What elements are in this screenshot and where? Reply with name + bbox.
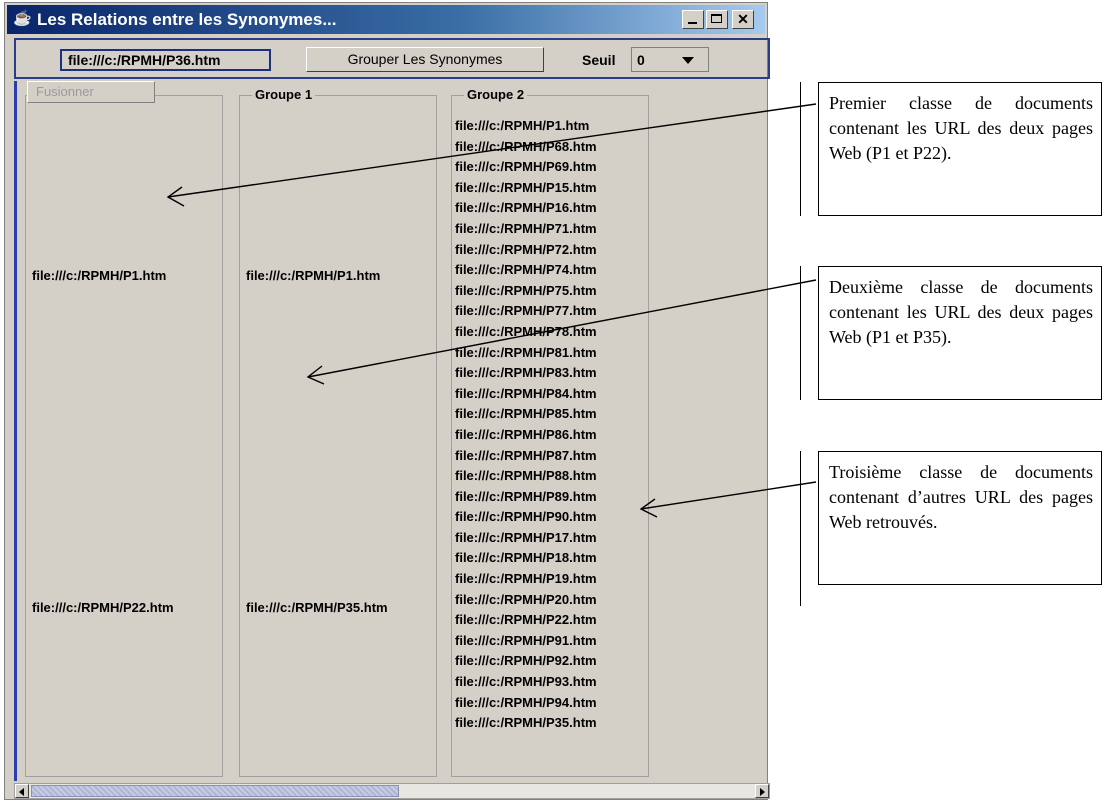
list-item[interactable]: file:///c:/RPMH/P83.htm <box>455 363 597 384</box>
list-item[interactable]: file:///c:/RPMH/P68.htm <box>455 137 597 158</box>
list-item[interactable]: file:///c:/RPMH/P89.htm <box>455 487 597 508</box>
close-icon: ✕ <box>737 11 749 27</box>
minimize-icon <box>688 22 697 24</box>
scroll-left-icon[interactable] <box>15 784 29 798</box>
list-item[interactable]: file:///c:/RPMH/P15.htm <box>455 178 597 199</box>
callout-bracket <box>800 82 801 216</box>
horizontal-scrollbar[interactable] <box>14 783 770 799</box>
list-item[interactable]: file:///c:/RPMH/P19.htm <box>455 569 597 590</box>
list-item[interactable]: file:///c:/RPMH/P84.htm <box>455 384 597 405</box>
content-area: file:///c:/RPMH/P1.htm file:///c:/RPMH/P… <box>14 81 770 781</box>
list-item[interactable]: file:///c:/RPMH/P91.htm <box>455 631 597 652</box>
callout-bracket <box>800 451 801 606</box>
list-item[interactable]: file:///c:/RPMH/P93.htm <box>455 672 597 693</box>
annotation-box-2: Deuxième classe de documents contenant l… <box>818 266 1102 400</box>
annotation-box-3: Troisième classe de documents contenant … <box>818 451 1102 585</box>
group-synonyms-button[interactable]: Grouper Les Synonymes <box>306 47 544 72</box>
callout-bracket <box>800 266 801 400</box>
panel-title: Groupe 2 <box>464 87 528 102</box>
fusion-button[interactable]: Fusionner <box>27 81 155 103</box>
list-item[interactable]: file:///c:/RPMH/P72.htm <box>455 240 597 261</box>
title-bar[interactable]: ☕ Les Relations entre les Synonymes... ✕ <box>7 5 765 34</box>
list-item[interactable]: file:///c:/RPMH/P22.htm <box>32 600 174 615</box>
scroll-right-icon[interactable] <box>755 784 769 798</box>
group-panel-1: Groupe 1 file:///c:/RPMH/P1.htm file:///… <box>239 87 437 777</box>
list-item[interactable]: file:///c:/RPMH/P74.htm <box>455 260 597 281</box>
list-item[interactable]: file:///c:/RPMH/P35.htm <box>455 713 597 734</box>
chevron-down-icon[interactable] <box>682 57 694 64</box>
list-item[interactable]: file:///c:/RPMH/P90.htm <box>455 507 597 528</box>
list-item[interactable]: file:///c:/RPMH/P71.htm <box>455 219 597 240</box>
java-cup-icon: ☕ <box>13 10 32 27</box>
list-item[interactable]: file:///c:/RPMH/P1.htm <box>32 268 166 283</box>
close-button[interactable]: ✕ <box>732 10 754 29</box>
list-item[interactable]: file:///c:/RPMH/P17.htm <box>455 528 597 549</box>
group-panel-0: file:///c:/RPMH/P1.htm file:///c:/RPMH/P… <box>25 95 223 777</box>
list-item[interactable]: file:///c:/RPMH/P78.htm <box>455 322 597 343</box>
maximize-icon <box>711 14 722 23</box>
annotation-box-1: Premier classe de documents contenant le… <box>818 82 1102 216</box>
list-item[interactable]: file:///c:/RPMH/P77.htm <box>455 301 597 322</box>
list-item[interactable]: file:///c:/RPMH/P22.htm <box>455 610 597 631</box>
toolbar: file:///c:/RPMH/P36.htm Grouper Les Syno… <box>14 38 770 79</box>
scrollbar-thumb[interactable] <box>31 785 399 797</box>
list-item[interactable]: file:///c:/RPMH/P75.htm <box>455 281 597 302</box>
list-item[interactable]: file:///c:/RPMH/P92.htm <box>455 651 597 672</box>
seuil-value: 0 <box>637 52 645 68</box>
list-item[interactable]: file:///c:/RPMH/P20.htm <box>455 590 597 611</box>
seuil-label: Seuil <box>582 52 616 68</box>
list-item[interactable]: file:///c:/RPMH/P81.htm <box>455 343 597 364</box>
list-item[interactable]: file:///c:/RPMH/P1.htm <box>455 116 597 137</box>
url-field[interactable]: file:///c:/RPMH/P36.htm <box>60 49 271 71</box>
seuil-select[interactable]: 0 <box>631 47 709 72</box>
minimize-button[interactable] <box>682 10 704 29</box>
list-item[interactable]: file:///c:/RPMH/P18.htm <box>455 548 597 569</box>
window-title: Les Relations entre les Synonymes... <box>37 10 337 29</box>
list-item[interactable]: file:///c:/RPMH/P1.htm <box>246 268 380 283</box>
list-item[interactable]: file:///c:/RPMH/P88.htm <box>455 466 597 487</box>
list-item[interactable]: file:///c:/RPMH/P35.htm <box>246 600 388 615</box>
maximize-button[interactable] <box>706 10 728 29</box>
list-item[interactable]: file:///c:/RPMH/P87.htm <box>455 446 597 467</box>
app-window: ☕ Les Relations entre les Synonymes... ✕… <box>4 2 770 800</box>
list-item[interactable]: file:///c:/RPMH/P94.htm <box>455 693 597 714</box>
list-item[interactable]: file:///c:/RPMH/P16.htm <box>455 198 597 219</box>
group-panel-2: Groupe 2 file:///c:/RPMH/P1.htm file:///… <box>451 87 649 777</box>
panel-title: Groupe 1 <box>252 87 316 102</box>
list-item[interactable]: file:///c:/RPMH/P86.htm <box>455 425 597 446</box>
group-2-list: file:///c:/RPMH/P1.htm file:///c:/RPMH/P… <box>455 116 597 734</box>
list-item[interactable]: file:///c:/RPMH/P85.htm <box>455 404 597 425</box>
list-item[interactable]: file:///c:/RPMH/P69.htm <box>455 157 597 178</box>
